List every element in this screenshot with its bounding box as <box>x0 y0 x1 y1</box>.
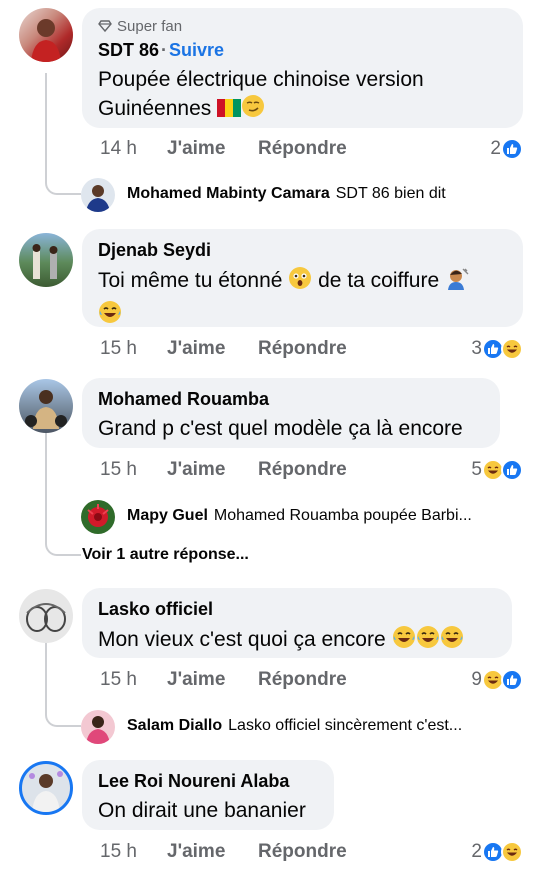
super-fan-badge: Super fan <box>98 17 507 35</box>
reaction-summary[interactable]: 3 <box>471 337 523 361</box>
comment-actions: 14 h J'aime Répondre <box>100 137 347 161</box>
astonished-emoji-icon <box>288 266 312 298</box>
comment-author[interactable]: Mohamed Rouamba <box>98 387 484 411</box>
comment-bubble: Mohamed Rouamba Grand p c'est quel modèl… <box>82 378 500 448</box>
reply-button[interactable]: Répondre <box>258 669 347 691</box>
like-reaction-icon <box>501 138 523 160</box>
reply-button[interactable]: Répondre <box>258 459 347 481</box>
reply-author[interactable]: Mohamed Mabinty Camara <box>127 185 330 203</box>
avatar[interactable] <box>19 761 73 815</box>
like-button[interactable]: J'aime <box>167 338 258 360</box>
comment-text: Mon vieux c'est quoi ça encore <box>98 625 496 657</box>
view-more-replies-link[interactable]: Voir 1 autre réponse... <box>82 546 249 564</box>
timestamp[interactable]: 15 h <box>100 841 167 863</box>
thread-connector <box>45 643 81 727</box>
comment-bubble: Super fan SDT 86 · Suivre Poupée électri… <box>82 8 523 128</box>
like-reaction-icon <box>501 669 523 691</box>
tears-of-joy-emoji-icon <box>392 625 416 657</box>
comment-author[interactable]: SDT 86 <box>98 38 159 62</box>
person-getting-haircut-icon <box>445 266 469 298</box>
comment-author[interactable]: Djenab Seydi <box>98 238 507 262</box>
thread-connector <box>45 433 81 556</box>
reaction-summary[interactable]: 2 <box>490 137 523 161</box>
reply-button[interactable]: Répondre <box>258 338 347 360</box>
comment-author[interactable]: Lasko officiel <box>98 597 496 621</box>
reply-item[interactable]: Mohamed Mabinty Camara SDT 86 bien dit <box>127 185 446 203</box>
comment-text: Poupée électrique chinoise version Guiné… <box>98 66 507 126</box>
like-button[interactable]: J'aime <box>167 669 258 691</box>
separator-dot: · <box>161 39 168 60</box>
reply-author[interactable]: Mapy Guel <box>127 507 208 525</box>
comment-text: Grand p c'est quel modèle ça là encore <box>98 417 463 440</box>
follow-button[interactable]: Suivre <box>169 40 224 61</box>
reply-text: Lasko officiel sincèrement c'est... <box>228 717 463 734</box>
comment-bubble: Djenab Seydi Toi même tu étonné de ta co… <box>82 229 523 327</box>
tears-of-joy-emoji-icon <box>440 625 464 657</box>
comment-text: On dirait une bananier <box>98 799 306 822</box>
timestamp[interactable]: 15 h <box>100 459 167 481</box>
reaction-summary[interactable]: 2 <box>471 840 523 864</box>
like-reaction-icon <box>501 459 523 481</box>
timestamp[interactable]: 14 h <box>100 138 167 160</box>
like-button[interactable]: J'aime <box>167 138 258 160</box>
comment-actions: 15 h J'aime Répondre <box>100 337 347 361</box>
like-button[interactable]: J'aime <box>167 459 258 481</box>
comment-actions: 15 h J'aime Répondre <box>100 840 347 864</box>
reply-text: Mohamed Rouamba poupée Barbi... <box>213 507 472 524</box>
comment-actions: 15 h J'aime Répondre <box>100 458 347 482</box>
reply-button[interactable]: Répondre <box>258 138 347 160</box>
timestamp[interactable]: 15 h <box>100 338 167 360</box>
diamond-icon <box>98 20 112 33</box>
comment-bubble: Lasko officiel Mon vieux c'est quoi ça e… <box>82 588 512 658</box>
comment-text: Toi même tu étonné de ta coiffure <box>98 266 507 332</box>
avatar[interactable] <box>19 8 73 62</box>
thread-connector <box>45 73 81 195</box>
tears-of-joy-emoji-icon <box>416 625 440 657</box>
avatar[interactable] <box>81 710 115 744</box>
avatar[interactable] <box>19 233 73 287</box>
guinea-flag-icon <box>217 98 242 126</box>
timestamp[interactable]: 15 h <box>100 669 167 691</box>
reaction-summary[interactable]: 9 <box>471 668 523 692</box>
tears-of-joy-emoji-icon <box>98 300 122 332</box>
haha-reaction-icon <box>501 841 523 863</box>
like-button[interactable]: J'aime <box>167 841 258 863</box>
avatar[interactable] <box>81 178 115 212</box>
avatar[interactable] <box>19 589 73 643</box>
avatar[interactable] <box>19 379 73 433</box>
comment-actions: 15 h J'aime Répondre <box>100 668 347 692</box>
reply-item[interactable]: Mapy Guel Mohamed Rouamba poupée Barbi..… <box>127 507 472 525</box>
haha-reaction-icon <box>501 338 523 360</box>
avatar[interactable] <box>81 500 115 534</box>
reply-text: SDT 86 bien dit <box>335 185 446 202</box>
reply-button[interactable]: Répondre <box>258 841 347 863</box>
smirk-emoji-icon <box>241 94 265 126</box>
reaction-summary[interactable]: 5 <box>471 458 523 482</box>
comment-bubble: Lee Roi Noureni Alaba On dirait une bana… <box>82 760 334 830</box>
reply-item[interactable]: Salam Diallo Lasko officiel sincèrement … <box>127 717 462 735</box>
comment-author[interactable]: Lee Roi Noureni Alaba <box>98 769 318 793</box>
reply-author[interactable]: Salam Diallo <box>127 717 222 735</box>
